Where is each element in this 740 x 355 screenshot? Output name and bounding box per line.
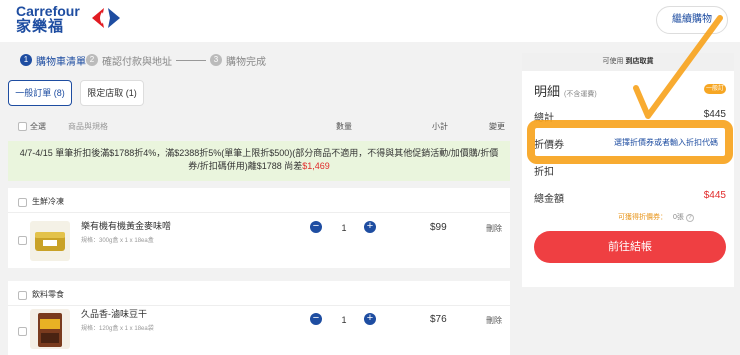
summary-total-row: 總計 $445: [534, 109, 726, 124]
order-summary-panel: 可使用 到店取貨 明細 (不含運費) 一般訂單 總計 $445 折價券 選擇折價券…: [522, 53, 734, 287]
cart-section-fresh-frozen: 生鮮冷凍 樂有機有機黃金麥味噌 規格：300g盒 x 1 x 18ea盒 − 1…: [8, 188, 510, 268]
promotion-text: 4/7-4/15 單筆折扣後滿$1788折4%，滿$2388折5%(單筆上限折$…: [19, 148, 499, 171]
column-change: 變更: [489, 122, 505, 131]
promotion-banner: 4/7-4/15 單筆折扣後滿$1788折4%，滿$2388折5%(單筆上限折$…: [8, 141, 510, 181]
qty-decrease-button[interactable]: −: [310, 221, 322, 233]
step-payment-address: 2 確認付款與地址: [86, 53, 172, 68]
cart-section-drinks-snacks: 飲料零食 久品香-滷味豆干 規格：120g盒 x 1 x 18ea袋 − 1 +…: [8, 281, 510, 355]
tab-general-order[interactable]: 一般訂單 (8): [8, 80, 72, 106]
section-checkbox[interactable]: [18, 291, 27, 300]
total-label: 總計: [534, 113, 554, 124]
summary-title-note: (不含運費): [564, 91, 597, 98]
qty-value[interactable]: 1: [330, 315, 358, 325]
step-number: 2: [86, 54, 98, 66]
discount-label: 折扣: [534, 167, 554, 178]
product-spec: 規格：300g盒 x 1 x 18ea盒: [81, 238, 154, 244]
site-header: Carrefour 家樂福 繼續購物: [0, 0, 740, 42]
continue-shopping-button[interactable]: 繼續購物: [656, 6, 728, 34]
column-qty: 數量: [336, 122, 352, 131]
section-checkbox[interactable]: [18, 198, 27, 207]
logo-name-en: Carrefour: [16, 3, 80, 19]
grand-total-value: $445: [703, 190, 726, 201]
cart-column-headers: 全選 商品與規格 數量 小計 變更: [8, 118, 510, 134]
product-image[interactable]: [30, 221, 70, 261]
summary-title: 明細 (不含運費): [534, 81, 597, 100]
order-type-badge: 一般訂單: [704, 84, 726, 102]
step-number: 3: [210, 54, 222, 66]
pickup-availability-note: 可使用 到店取貨: [522, 53, 734, 71]
qty-increase-button[interactable]: +: [364, 313, 376, 325]
column-product: 商品與規格: [68, 122, 108, 131]
divider: [8, 305, 510, 306]
item-subtotal: $76: [430, 314, 447, 325]
total-value: $445: [703, 109, 726, 120]
step-complete: 3 購物完成: [210, 53, 266, 68]
section-title: 飲料零食: [32, 290, 64, 299]
summary-grand-total-row: 總金額 $445: [534, 190, 726, 205]
earned-coupons: 可獲得折價券： 0張?: [618, 212, 694, 222]
delete-item-button[interactable]: 刪除: [486, 223, 502, 234]
logo-name-zh: 家樂福: [16, 18, 65, 35]
divider: [8, 212, 510, 213]
select-coupon-link[interactable]: 選擇折價券或者輸入折扣代碼: [614, 137, 718, 148]
column-subtotal: 小計: [432, 122, 448, 131]
help-icon[interactable]: ?: [685, 214, 694, 222]
product-spec: 規格：120g盒 x 1 x 18ea袋: [81, 326, 154, 332]
tab-store-pickup[interactable]: 限定店取 (1): [80, 80, 144, 106]
coupon-label: 折價券: [534, 140, 564, 151]
step-connector: [176, 59, 206, 61]
checkout-button[interactable]: 前往結帳: [534, 231, 726, 263]
step-cart-list: 1 購物車清單: [20, 53, 86, 68]
product-image[interactable]: [30, 309, 70, 349]
select-all-checkbox[interactable]: [18, 122, 27, 131]
checkout-steps: 1 購物車清單 2 確認付款與地址 3 購物完成: [20, 53, 266, 68]
qty-increase-button[interactable]: +: [364, 221, 376, 233]
item-subtotal: $99: [430, 222, 447, 233]
earned-coupons-label: 可獲得折價券：: [618, 214, 667, 221]
section-title: 生鮮冷凍: [32, 197, 64, 206]
qty-decrease-button[interactable]: −: [310, 313, 322, 325]
promotion-shortfall: $1,469: [302, 161, 330, 171]
item-checkbox[interactable]: [18, 327, 27, 336]
summary-title-text: 明細: [534, 84, 561, 99]
product-name[interactable]: 樂有機有機黃金麥味噌: [81, 219, 171, 232]
earned-coupons-value: 0張: [673, 214, 684, 221]
select-all-label[interactable]: 全選: [30, 121, 46, 132]
step-label: 確認付款與地址: [102, 56, 172, 68]
qty-value[interactable]: 1: [330, 223, 358, 233]
summary-discount-row: 折扣: [534, 163, 726, 178]
delete-item-button[interactable]: 刪除: [486, 315, 502, 326]
step-label: 購物完成: [226, 56, 266, 68]
step-number: 1: [20, 54, 32, 66]
pickup-prefix: 可使用: [602, 58, 624, 65]
pickup-method: 到店取貨: [625, 58, 654, 65]
carrefour-logo[interactable]: Carrefour 家樂福: [16, 3, 80, 35]
carrefour-logo-icon: [92, 8, 120, 28]
item-checkbox[interactable]: [18, 236, 27, 245]
step-label: 購物車清單: [36, 56, 86, 68]
product-name[interactable]: 久品香-滷味豆干: [81, 307, 147, 320]
grand-total-label: 總金額: [534, 194, 564, 205]
